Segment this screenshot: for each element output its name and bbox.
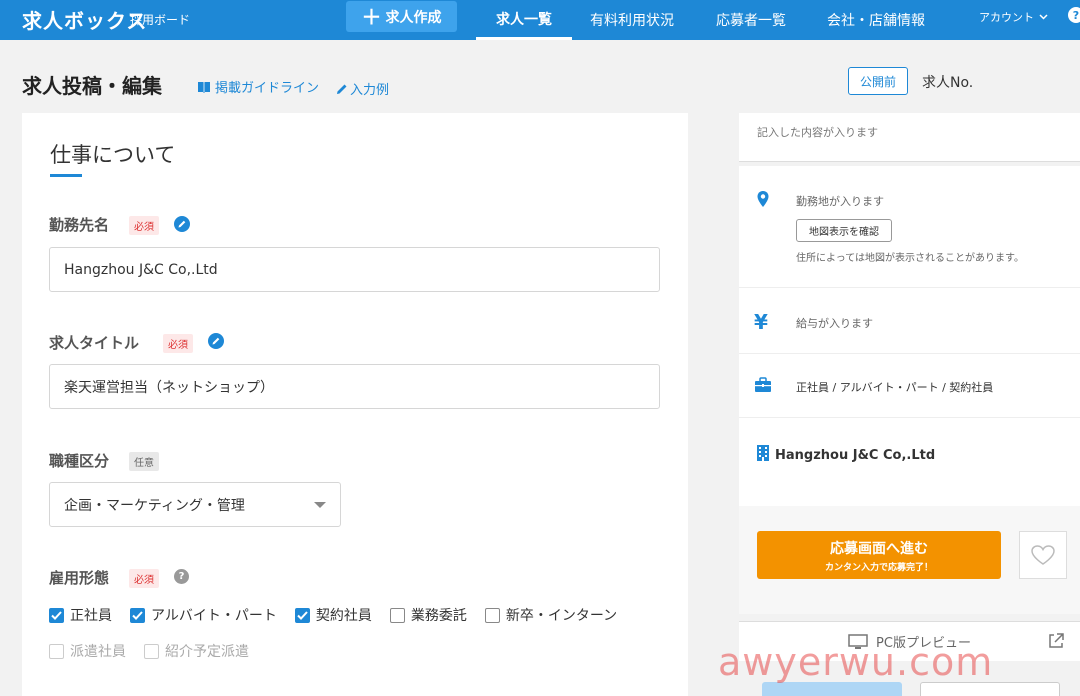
job-form-card: 仕事について 勤務先名 必須 Hangzhou J&C Co,.Ltd 求人タイ… [22, 113, 688, 696]
checkbox-checked-icon [130, 607, 145, 623]
caret-down-icon [314, 501, 326, 508]
apply-button-label: 応募画面へ進む [830, 540, 928, 557]
input-example-link[interactable]: 入力例 [336, 79, 389, 98]
watermark: awyerwu.com [718, 640, 994, 684]
job-title-label: 求人タイトル [49, 334, 140, 352]
checkbox-disabled-icon [49, 643, 64, 659]
checkbox-label: アルバイト・パート [151, 608, 277, 624]
chevron-down-icon [1039, 14, 1048, 20]
checkbox-dispatch: 派遣社員 [49, 641, 126, 661]
preview-company-name: Hangzhou J&C Co,.Ltd [775, 448, 936, 463]
map-note: 住所によっては地図が表示されることがあります。 [796, 253, 1024, 264]
employment-options-disabled: 派遣社員 紹介予定派遣 [49, 641, 267, 661]
checkbox-label: 派遣社員 [70, 644, 126, 660]
category-select-value: 企画・マーケティング・管理 [64, 497, 245, 514]
checkbox-disabled-icon [144, 643, 159, 659]
status-badge: 公開前 [848, 67, 908, 95]
guideline-link-label: 掲載ガイドライン [215, 81, 320, 96]
preview-salary-row: ¥ 給与が入ります [739, 288, 1080, 354]
bottom-secondary-button[interactable] [920, 682, 1060, 696]
plus-icon: ＋ [361, 4, 382, 29]
optional-badge: 任意 [129, 452, 159, 471]
preview-card: 勤務地が入ります 地図表示を確認 住所によっては地図が表示されることがあります。… [739, 166, 1080, 614]
create-job-label: 求人作成 [385, 9, 442, 26]
top-header: 求人ボックス 採用ボード ＋ 求人作成 求人一覧 有料利用状況 応募者一覧 会社… [0, 0, 1080, 40]
required-badge: 必須 [129, 216, 159, 235]
question-icon[interactable]: ? [174, 569, 189, 584]
required-badge: 必須 [163, 334, 193, 353]
category-label: 職種区分 [49, 452, 110, 470]
salary-placeholder: 給与が入ります [796, 317, 873, 330]
bottom-primary-button[interactable] [762, 682, 902, 696]
section-underline [50, 174, 82, 177]
pencil-icon [337, 84, 347, 94]
employment-summary: 正社員 / アルバイト・パート / 契約社員 [796, 381, 994, 394]
job-title-input[interactable]: 楽天運営担当（ネットショップ） [49, 364, 660, 409]
apply-button-sublabel: カンタン入力で応募完了！ [824, 562, 933, 573]
employment-label: 雇用形態 [49, 569, 110, 587]
required-badge: 必須 [129, 569, 159, 588]
logo[interactable]: 求人ボックス [22, 5, 147, 34]
help-icon[interactable]: ? [1068, 7, 1080, 23]
company-input[interactable]: Hangzhou J&C Co,.Ltd [49, 247, 660, 292]
apply-button[interactable]: 応募画面へ進む カンタン入力で応募完了！ [757, 531, 1001, 579]
nav-company-info[interactable]: 会社・店舗情報 [827, 0, 925, 40]
checkbox-outsource[interactable]: 業務委託 [389, 605, 467, 625]
create-job-button[interactable]: ＋ 求人作成 [346, 1, 457, 32]
checkbox-label: 新卒・インターン [505, 608, 618, 624]
company-label: 勤務先名 [49, 216, 110, 234]
input-example-label: 入力例 [350, 83, 390, 98]
page-title: 求人投稿・編集 [22, 74, 162, 98]
location-placeholder: 勤務地が入ります [796, 195, 884, 208]
guideline-link[interactable]: 掲載ガイドライン [197, 77, 319, 96]
checkbox-checked-icon [294, 607, 310, 623]
edit-icon[interactable] [208, 333, 224, 349]
checkbox-parttime[interactable]: アルバイト・パート [130, 605, 277, 625]
account-label: アカウント [979, 11, 1034, 24]
preview-placeholder: 記入した内容が入ります [757, 126, 878, 139]
checkbox-label: 正社員 [70, 608, 112, 624]
favorite-button[interactable] [1019, 531, 1067, 579]
book-icon [198, 81, 210, 93]
checkbox-unchecked-icon [389, 607, 405, 623]
nav-job-list[interactable]: 求人一覧 [476, 0, 572, 40]
yen-icon: ¥ [754, 310, 768, 334]
checkbox-fulltime[interactable]: 正社員 [49, 605, 112, 625]
external-link-icon[interactable] [1047, 632, 1065, 650]
preview-employment-row: 正社員 / アルバイト・パート / 契約社員 [739, 354, 1080, 418]
preview-header: 記入した内容が入ります [739, 113, 1080, 162]
checkbox-label: 契約社員 [315, 608, 372, 624]
preview-company-row: Hangzhou J&C Co,.Ltd [739, 418, 1080, 506]
preview-location-row: 勤務地が入ります 地図表示を確認 住所によっては地図が表示されることがあります。 [739, 166, 1080, 288]
checkbox-temp-to-perm: 紹介予定派遣 [144, 641, 249, 661]
account-menu[interactable]: アカウント [979, 9, 1048, 25]
employment-options: 正社員 アルバイト・パート 契約社員 業務委託 新卒・インターン [49, 605, 635, 625]
checkbox-label: 業務委託 [410, 608, 467, 624]
building-icon [757, 445, 769, 461]
location-pin-icon [757, 191, 769, 207]
checkbox-contract[interactable]: 契約社員 [294, 605, 372, 625]
checkbox-checked-icon [49, 607, 64, 623]
nav-paid-usage[interactable]: 有料利用状況 [590, 0, 674, 40]
logo-subtitle: 採用ボード [130, 13, 191, 27]
checkbox-unchecked-icon [484, 607, 500, 623]
apply-zone: 応募画面へ進む カンタン入力で応募完了！ [739, 506, 1080, 614]
checkbox-newgrad[interactable]: 新卒・インターン [484, 605, 618, 625]
map-confirm-button[interactable]: 地図表示を確認 [796, 219, 892, 242]
nav-applicants[interactable]: 応募者一覧 [716, 0, 786, 40]
section-title: 仕事について [50, 143, 176, 167]
heart-icon [1031, 545, 1055, 565]
briefcase-icon [755, 377, 771, 392]
edit-icon[interactable] [174, 216, 190, 232]
checkbox-label: 紹介予定派遣 [165, 644, 249, 660]
job-number: 求人No. [922, 75, 974, 91]
category-select[interactable]: 企画・マーケティング・管理 [49, 482, 341, 527]
